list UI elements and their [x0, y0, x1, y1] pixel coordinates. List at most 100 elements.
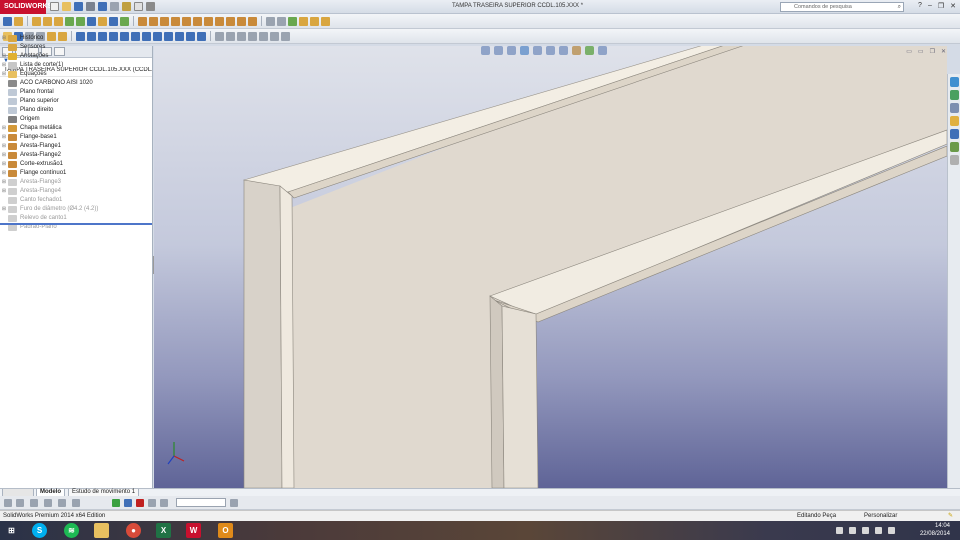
expand-toggle-icon[interactable]: ⊞ [0, 52, 8, 61]
motion-study-icon[interactable] [4, 499, 12, 507]
apply-scene-icon[interactable] [585, 46, 594, 55]
chrome-icon[interactable]: ● [126, 523, 141, 538]
viewport-close-icon[interactable]: ✕ [941, 48, 946, 55]
flatten-icon[interactable] [248, 16, 257, 26]
play-button-icon[interactable] [112, 499, 120, 507]
solidworks-taskbar-icon[interactable]: W [186, 523, 201, 538]
save-icon[interactable] [74, 2, 83, 11]
rebuild-icon[interactable] [122, 2, 131, 11]
rib-icon[interactable] [98, 16, 107, 26]
edit-appearance-icon[interactable] [572, 46, 581, 55]
expand-toggle-icon[interactable]: ⊞ [0, 34, 8, 43]
search-commands-input[interactable]: Comandos de pesquisa ⌕ [780, 2, 904, 12]
tree-item[interactable]: ⊞ Flange-base1 [0, 133, 152, 142]
zoom-to-fit-icon[interactable] [481, 46, 490, 55]
sketched-bend-icon[interactable] [204, 16, 213, 26]
revolve-icon[interactable] [43, 16, 52, 26]
tree-item[interactable]: ⊞ Anotações [0, 52, 152, 61]
file-properties-icon[interactable] [134, 2, 143, 11]
tree-item[interactable]: ⊞ Aresta-Flange2 [0, 151, 152, 160]
solidworks-resources-icon[interactable] [950, 77, 959, 87]
view-palette-icon[interactable] [950, 129, 959, 139]
undo-icon[interactable] [98, 2, 107, 11]
minimize-icon[interactable]: – [928, 2, 932, 10]
tree-item[interactable]: ⊞ Equações [0, 70, 152, 79]
timeline-view-icon[interactable] [148, 499, 156, 507]
restore-icon[interactable]: ❐ [938, 2, 944, 10]
record-icon[interactable] [136, 499, 144, 507]
jog-icon[interactable] [193, 16, 202, 26]
circular-pattern-icon[interactable] [321, 16, 330, 26]
fillet-icon[interactable] [76, 16, 85, 26]
unfold-icon[interactable] [226, 16, 235, 26]
tree-item[interactable]: ⊞ Furo de diâmetro (Ø4.2 (4.2)) [0, 205, 152, 214]
sketch-tool-icon[interactable] [3, 16, 12, 26]
instant3d-icon[interactable] [288, 16, 297, 26]
network-icon[interactable] [862, 527, 869, 534]
keyboard-icon[interactable] [836, 527, 843, 534]
tree-item[interactable]: Plano frontal [0, 88, 152, 97]
tree-item[interactable]: ACO CARBONO AISI 1020 [0, 79, 152, 88]
design-library-icon[interactable] [950, 90, 959, 100]
tree-item[interactable]: Plano superior [0, 97, 152, 106]
mirror-entities-icon[interactable] [248, 31, 257, 41]
study-type-select[interactable] [176, 498, 226, 507]
edge-flange-icon[interactable] [160, 16, 169, 26]
expand-toggle-icon[interactable]: ⊞ [0, 124, 8, 133]
hem-icon[interactable] [182, 16, 191, 26]
shell-icon[interactable] [109, 16, 118, 26]
ellipse-icon[interactable] [153, 31, 162, 41]
tray-app-icon[interactable] [849, 527, 856, 534]
view-settings-icon[interactable] [598, 46, 607, 55]
miter-flange-icon[interactable] [171, 16, 180, 26]
expand-toggle-icon[interactable]: ⊞ [0, 160, 8, 169]
expand-toggle-icon[interactable]: ⊞ [0, 70, 8, 79]
chamfer-icon[interactable] [87, 16, 96, 26]
zoom-to-area-icon[interactable] [494, 46, 503, 55]
expand-toggle-icon[interactable]: ⊞ [0, 142, 8, 151]
stop-icon[interactable] [58, 499, 66, 507]
text-icon[interactable] [186, 31, 195, 41]
graphics-area[interactable] [154, 46, 947, 488]
point-icon[interactable] [197, 31, 206, 41]
sweep-icon[interactable] [54, 16, 63, 26]
expand-toggle-icon[interactable]: ⊞ [0, 178, 8, 187]
quick-snaps-icon[interactable] [281, 31, 290, 41]
playback-speed-icon[interactable] [72, 499, 80, 507]
appearances-icon[interactable] [950, 142, 959, 152]
previous-view-icon[interactable] [507, 46, 516, 55]
tree-item[interactable]: ⊞ Aresta-Flange1 [0, 142, 152, 151]
tree-item[interactable]: ⊞ Flange contínuo1 [0, 169, 152, 178]
expand-toggle-icon[interactable]: ⊞ [0, 187, 8, 196]
linear-sketch-pattern-icon[interactable] [259, 31, 268, 41]
play-icon[interactable] [44, 499, 52, 507]
reference-geometry-icon[interactable] [266, 16, 275, 26]
windows-start-icon[interactable]: ⊞ [4, 523, 19, 538]
file-explorer-icon[interactable] [950, 103, 959, 113]
calculate-icon[interactable] [16, 499, 24, 507]
rollback-bar[interactable] [0, 223, 152, 225]
fold-icon[interactable] [237, 16, 246, 26]
motion-options-icon[interactable] [230, 499, 238, 507]
fillet-sketch-icon[interactable] [164, 31, 173, 41]
smart-dimension-icon[interactable] [14, 16, 23, 26]
hide-show-items-icon[interactable] [559, 46, 568, 55]
folder-icon[interactable] [950, 116, 959, 126]
rebuild-status-icon[interactable]: ✎ [948, 511, 953, 521]
print-icon[interactable] [86, 2, 95, 11]
customize-link[interactable]: Personalizar [864, 511, 897, 521]
tree-item[interactable]: Plano direito [0, 106, 152, 115]
hole-wizard-icon[interactable] [299, 16, 308, 26]
part-model[interactable] [154, 46, 947, 488]
expand-toggle-icon[interactable]: ⊞ [0, 205, 8, 214]
viewport-restore-icon[interactable]: ❐ [930, 48, 935, 55]
search-icon[interactable]: ⌕ [898, 3, 901, 12]
viewport-tile-icon[interactable]: ▭ [906, 48, 912, 55]
select-icon[interactable] [110, 2, 119, 11]
tree-item[interactable]: ⊞ Aresta-Flange3 [0, 178, 152, 187]
expand-toggle-icon[interactable]: ⊞ [0, 133, 8, 142]
tree-item[interactable]: Relevo de canto1 [0, 214, 152, 223]
solidworks-logo[interactable]: SOLIDWORKS [0, 0, 52, 14]
excel-icon[interactable]: X [156, 523, 171, 538]
plane-icon[interactable] [175, 31, 184, 41]
